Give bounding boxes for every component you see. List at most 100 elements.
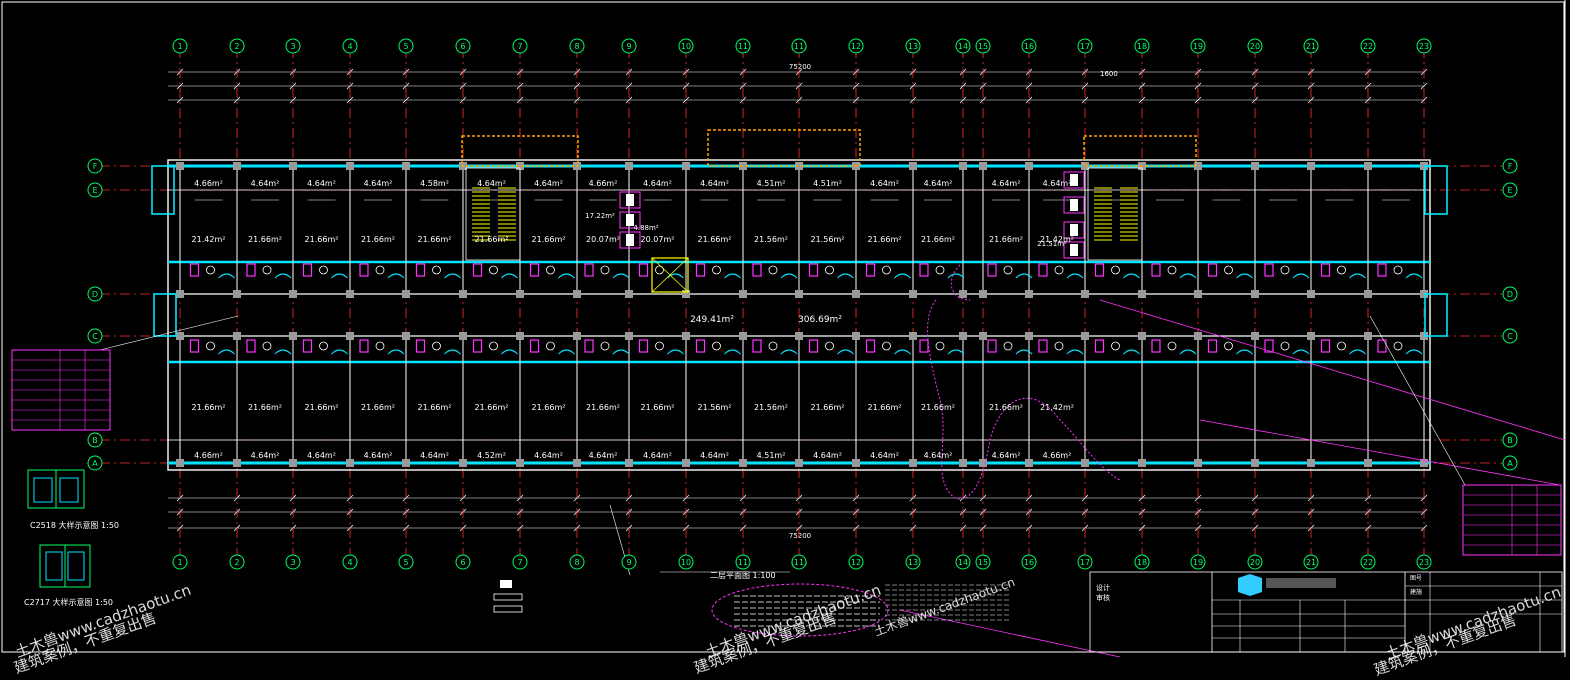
axis-label: 20 — [1250, 42, 1260, 51]
column — [1307, 332, 1315, 340]
area-label: 21.66m² — [868, 403, 902, 412]
svg-text:设计: 设计 — [1096, 583, 1110, 592]
door-swing — [1292, 273, 1310, 279]
misc-area: 17.22m² — [585, 212, 615, 220]
column — [346, 332, 354, 340]
area-label: 4.64m² — [924, 179, 953, 188]
door-swing — [501, 349, 518, 355]
column — [346, 459, 354, 467]
axis-label: 18 — [1137, 558, 1147, 567]
axis-label: 2 — [234, 42, 239, 51]
column — [625, 290, 633, 298]
door-swing — [1292, 349, 1310, 355]
fixture-box — [1038, 263, 1048, 277]
column — [233, 459, 241, 467]
area-label: 4.66m² — [194, 179, 223, 188]
column — [959, 332, 967, 340]
fixture-box — [752, 263, 762, 277]
axis-label: 19 — [1193, 558, 1203, 567]
area-label: 21.66m² — [989, 403, 1023, 412]
dimension-overall: 75200 — [789, 63, 811, 71]
washbasin — [546, 341, 555, 351]
axis-label: 11 — [738, 558, 748, 567]
fixture-box — [1151, 339, 1161, 353]
column — [1364, 459, 1372, 467]
fixture-box — [529, 339, 540, 353]
area-label: 20.07m² — [586, 235, 620, 244]
door-swing — [894, 349, 911, 355]
door-swing — [331, 273, 348, 279]
area-label: 21.66m² — [532, 235, 566, 244]
area-label: 4.64m² — [477, 179, 506, 188]
washbasin — [375, 341, 385, 351]
axis-label: 1 — [177, 42, 182, 51]
area-label: 4.66m² — [194, 451, 223, 460]
axis-label: B — [92, 436, 98, 445]
axis-label: 5 — [403, 42, 408, 51]
axis-label: 23 — [1419, 558, 1429, 567]
fixture-box — [1264, 263, 1274, 277]
left-legend-table — [11, 349, 111, 431]
door-swing — [724, 349, 741, 355]
door-swing — [1405, 273, 1423, 279]
column — [573, 290, 581, 298]
area-label: 4.64m² — [992, 179, 1021, 188]
washbasin — [935, 265, 945, 275]
column — [1138, 459, 1146, 467]
fixture-box — [189, 339, 200, 353]
column — [1251, 459, 1259, 467]
axis-label: 9 — [626, 42, 631, 51]
column — [402, 290, 410, 298]
door-swing — [274, 273, 292, 279]
column — [1364, 162, 1372, 170]
washbasin — [1111, 341, 1120, 351]
axis-label: 4 — [347, 558, 352, 567]
axis-label: D — [1507, 290, 1513, 299]
axis-label: 10 — [681, 42, 691, 51]
fixture-box — [1094, 263, 1105, 277]
column — [852, 332, 860, 340]
axis-label: 9 — [626, 558, 631, 567]
column — [459, 290, 467, 298]
axis-label: D — [92, 290, 98, 299]
column — [459, 459, 467, 467]
fixture-box — [359, 339, 369, 353]
axis-label: (11) — [791, 558, 807, 567]
door-swing — [1015, 273, 1033, 279]
axis-label: 10 — [681, 558, 691, 567]
door-swing — [331, 349, 348, 355]
misc-area: 4.88m² — [633, 224, 658, 232]
area-label: 21.66m² — [418, 403, 452, 412]
axis-label: 7 — [517, 42, 522, 51]
window-detail-c2518 — [27, 469, 85, 509]
door-swing — [1349, 273, 1366, 279]
area-label: 21.66m² — [305, 235, 339, 244]
fixture-box — [415, 263, 426, 277]
washbasin — [546, 265, 555, 275]
fixture-box — [865, 263, 876, 277]
area-label: 4.64m² — [643, 179, 672, 188]
washbasin — [768, 341, 778, 351]
fixture-box — [1320, 339, 1331, 353]
drawing-frame — [1, 1, 1565, 653]
column — [959, 162, 967, 170]
washbasin — [825, 341, 834, 351]
door-swing — [837, 349, 854, 355]
washbasin — [1280, 341, 1290, 351]
column — [739, 332, 747, 340]
washbasin — [489, 341, 498, 351]
washbasin — [1167, 341, 1177, 351]
washbasin — [712, 341, 721, 351]
title-col2: 建施 — [1410, 588, 1422, 596]
axis-label: 21 — [1306, 558, 1316, 567]
area-label: 4.64m² — [1043, 179, 1072, 188]
washbasin — [262, 341, 272, 351]
door-swing — [724, 273, 741, 279]
column — [233, 162, 241, 170]
detail-label-c2518: C2518 大样示意图 1:50 — [30, 520, 119, 530]
washbasin — [1167, 265, 1177, 275]
column — [682, 290, 690, 298]
area-label: 21.56m² — [754, 403, 788, 412]
washbasin — [1393, 265, 1403, 275]
washbasin — [319, 265, 328, 275]
